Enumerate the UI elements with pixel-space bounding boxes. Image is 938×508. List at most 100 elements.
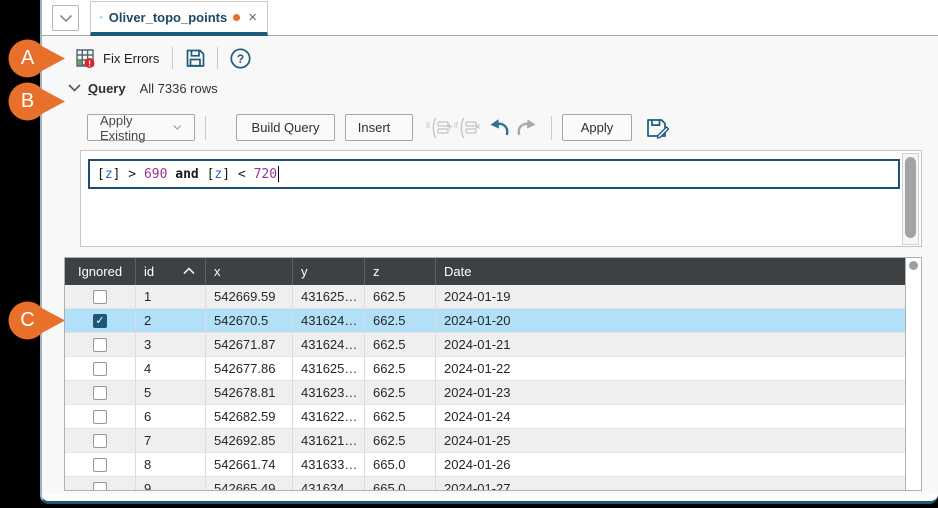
ignored-checkbox[interactable] — [93, 434, 107, 448]
x-cell: 542661.74 — [206, 453, 293, 477]
points-table-icon — [100, 8, 103, 26]
save-button[interactable] — [182, 45, 208, 71]
query-section-label[interactable]: Query — [88, 81, 126, 96]
insert-if-row-button[interactable]: if — [425, 114, 453, 141]
table-row[interactable]: 1542669.59431625…662.52024-01-19 — [65, 285, 905, 309]
x-cell: 542665.49 — [206, 477, 293, 490]
redo-button[interactable] — [513, 114, 541, 141]
z-cell: 662.5 — [365, 285, 436, 309]
ignored-checkbox[interactable] — [93, 458, 107, 472]
query-expression-panel: [z] > 690 and [z] < 720 — [80, 150, 922, 247]
y-cell: 431622… — [293, 405, 365, 429]
table-editor-window: Oliver_topo_points × ! Fix Errors — [40, 0, 938, 504]
scrollbar-thumb[interactable] — [905, 157, 916, 238]
date-cell: 2024-01-21 — [436, 333, 905, 357]
apply-existing-button[interactable]: Apply Existing — [87, 114, 195, 141]
query-expression: [z] > 690 and [z] < 720 — [97, 167, 277, 182]
z-cell: 662.5 — [365, 405, 436, 429]
table-body: 1542669.59431625…662.52024-01-19 ✓ 2542670… — [65, 285, 905, 490]
table-row[interactable]: ✓2542670.5431624…662.52024-01-20 — [65, 309, 905, 333]
y-cell: 431623… — [293, 381, 365, 405]
z-cell: 662.5 — [365, 357, 436, 381]
text-caret — [278, 166, 279, 182]
x-cell: 542670.5 — [206, 309, 293, 333]
query-panel-scrollbar[interactable] — [902, 153, 919, 245]
y-cell: 431625… — [293, 285, 365, 309]
ignored-checkbox[interactable] — [93, 338, 107, 352]
toolbar-separator — [205, 116, 206, 140]
id-cell: 7 — [136, 429, 206, 453]
table-row[interactable]: 4542677.86431625…662.52024-01-22 — [65, 357, 905, 381]
id-cell: 3 — [136, 333, 206, 357]
save-icon — [184, 47, 207, 70]
collapse-chevron-icon[interactable] — [68, 84, 81, 92]
build-query-button[interactable]: Build Query — [236, 114, 335, 141]
undo-button[interactable] — [485, 114, 513, 141]
table-scrollbar[interactable] — [905, 258, 921, 490]
scrollbar-thumb[interactable] — [909, 261, 918, 270]
query-expression-input[interactable]: [z] > 690 and [z] < 720 — [88, 159, 900, 189]
ignored-cell — [65, 381, 136, 405]
expression-token: and — [167, 167, 206, 182]
main-toolbar: ! Fix Errors ? — [70, 44, 253, 72]
ignored-cell — [65, 405, 136, 429]
table-row[interactable]: 6542682.59431622…662.52024-01-24 — [65, 405, 905, 429]
toolbar-separator — [217, 47, 218, 69]
column-header-date[interactable]: Date — [436, 258, 905, 285]
id-cell: 8 — [136, 453, 206, 477]
table-row[interactable]: 3542671.87431624…662.52024-01-21 — [65, 333, 905, 357]
ignored-checkbox[interactable]: ✓ — [93, 314, 107, 328]
fix-errors-label: Fix Errors — [103, 51, 159, 66]
query-toolbar: Apply Existing Build Query Insert if — [87, 114, 671, 141]
x-cell: 542678.81 — [206, 381, 293, 405]
id-cell: 2 — [136, 309, 206, 333]
column-header-x[interactable]: x — [206, 258, 293, 285]
ignored-cell — [65, 477, 136, 490]
apply-button[interactable]: Apply — [562, 114, 632, 141]
table-row[interactable]: 9542665.49431634…665.02024-01-27 — [65, 477, 905, 490]
insert-if-row-icon: if — [426, 116, 452, 140]
insert-dropdown-button[interactable]: Insert — [345, 114, 413, 141]
date-cell: 2024-01-20 — [436, 309, 905, 333]
ignored-cell — [65, 453, 136, 477]
table-row[interactable]: 5542678.81431623…662.52024-01-23 — [65, 381, 905, 405]
ignored-checkbox[interactable] — [93, 290, 107, 304]
table-row[interactable]: 8542661.74431633…665.02024-01-26 — [65, 453, 905, 477]
date-cell: 2024-01-22 — [436, 357, 905, 381]
expression-token: z — [105, 167, 113, 182]
ignored-checkbox[interactable] — [93, 410, 107, 424]
tab-title: Oliver_topo_points — [109, 10, 227, 25]
expression-token: [ — [97, 167, 105, 182]
undo-icon — [486, 116, 512, 140]
column-header-z[interactable]: z — [365, 258, 436, 285]
points-data-table: Ignored id x y z Date 1542669.59431625…6… — [64, 257, 922, 491]
z-cell: 662.5 — [365, 381, 436, 405]
expression-token: > — [120, 167, 143, 182]
expression-token: 720 — [254, 167, 277, 182]
date-cell: 2024-01-26 — [436, 453, 905, 477]
help-button[interactable]: ? — [227, 45, 253, 71]
column-header-y[interactable]: y — [293, 258, 365, 285]
y-cell: 431625… — [293, 357, 365, 381]
tab-close-icon[interactable]: × — [246, 8, 259, 27]
ignored-checkbox[interactable] — [93, 482, 107, 491]
ignored-checkbox[interactable] — [93, 386, 107, 400]
save-query-button[interactable] — [643, 114, 671, 141]
ignored-checkbox[interactable] — [93, 362, 107, 376]
fix-errors-button[interactable]: ! Fix Errors — [70, 45, 163, 71]
id-cell: 5 — [136, 381, 206, 405]
id-cell: 1 — [136, 285, 206, 309]
help-icon: ? — [229, 47, 252, 70]
y-cell: 431634… — [293, 477, 365, 490]
tab-oliver-topo-points[interactable]: Oliver_topo_points × — [90, 1, 268, 36]
id-cell: 9 — [136, 477, 206, 490]
tab-list-dropdown-button[interactable] — [52, 5, 79, 31]
x-cell: 542669.59 — [206, 285, 293, 309]
column-header-ignored[interactable]: Ignored — [65, 258, 136, 285]
table-row[interactable]: 7542692.85431621…662.52024-01-25 — [65, 429, 905, 453]
column-header-id[interactable]: id — [136, 258, 206, 285]
remove-if-row-button[interactable]: if — [453, 114, 481, 141]
ignored-cell: ✓ — [65, 309, 136, 333]
table-main: Ignored id x y z Date 1542669.59431625…6… — [65, 258, 905, 490]
id-cell: 6 — [136, 405, 206, 429]
